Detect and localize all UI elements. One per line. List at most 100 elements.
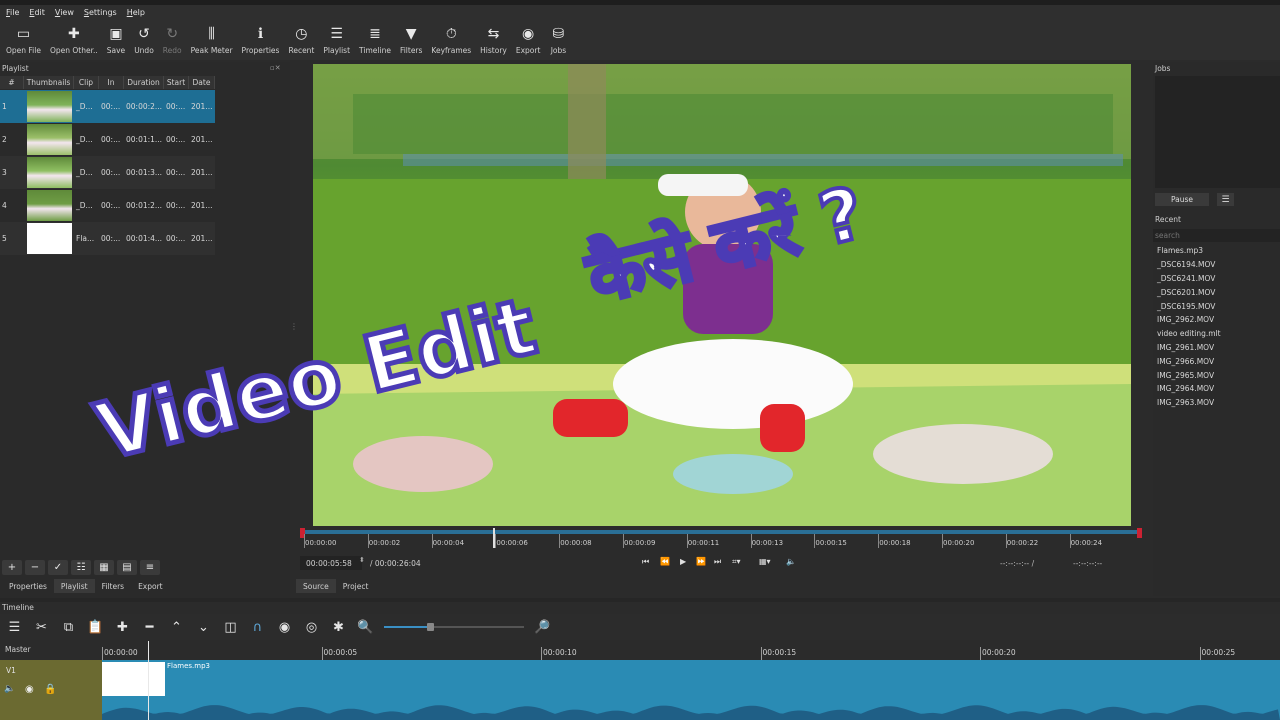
column-header-clip[interactable]: Clip [74, 76, 99, 89]
filters-button[interactable]: ▼ Filters [400, 20, 422, 55]
paste-icon[interactable]: 📋 [87, 620, 104, 635]
playlist-row[interactable]: 4 _D... 00:... 00:01:2... 00:... 201... [0, 189, 215, 222]
current-timecode[interactable]: 00:00:05:58 [300, 556, 362, 570]
recent-button[interactable]: ◷ Recent [288, 20, 314, 55]
column-header-number[interactable]: # [0, 76, 24, 89]
tab-properties[interactable]: Properties [2, 579, 54, 593]
timeline-playhead[interactable] [148, 641, 149, 720]
snap-icon[interactable]: ∩ [249, 620, 266, 635]
timecode-stepper-icon[interactable]: ⬍ [359, 556, 365, 564]
column-header-in[interactable]: In [99, 76, 124, 89]
rewind-icon[interactable]: ⏪ [660, 557, 670, 566]
playlist-button[interactable]: ☰ Playlist [323, 20, 350, 55]
menu-file[interactable]: File [6, 8, 19, 17]
tab-playlist[interactable]: Playlist [53, 579, 95, 593]
jobs-menu-icon[interactable]: ☰ [1217, 193, 1234, 206]
zoom-icon[interactable]: ⌗▾ [732, 557, 741, 567]
clip-thumbnail [27, 190, 72, 221]
vertical-splitter-handle-icon[interactable]: ⋮ [290, 322, 298, 331]
playlist-menu-icon[interactable]: ≡ [140, 560, 160, 575]
recent-item[interactable]: IMG_2962.MOV [1155, 313, 1280, 327]
tab-filters[interactable]: Filters [95, 579, 131, 593]
append-icon[interactable]: ✚ [114, 620, 131, 635]
save-button[interactable]: ▣ Save [107, 20, 125, 55]
open-file-button[interactable]: ▭ Open File [6, 20, 41, 55]
lift-icon[interactable]: ⌃ [168, 620, 185, 635]
cut-icon[interactable]: ✂ [33, 620, 50, 635]
recent-item[interactable]: IMG_2965.MOV [1155, 368, 1280, 382]
zoom-slider[interactable] [384, 622, 524, 632]
scrubber-out-marker[interactable] [1137, 528, 1142, 538]
playlist-row[interactable]: 3 _D... 00:... 00:01:3... 00:... 201... [0, 156, 215, 189]
recent-item[interactable]: _DSC6195.MOV [1155, 299, 1280, 313]
track-header-v1[interactable]: V1 🔈 ◉ 🔒 [0, 660, 102, 720]
recent-item[interactable]: _DSC6201.MOV [1155, 285, 1280, 299]
playlist-row[interactable]: 5 Fla... 00:... 00:01:4... 00:... 201... [0, 222, 215, 255]
recent-search-input[interactable] [1153, 229, 1280, 242]
column-header-start[interactable]: Start [164, 76, 189, 89]
mute-icon[interactable]: 🔈 [4, 684, 15, 694]
zoom-in-icon[interactable]: 🔎 [534, 620, 551, 635]
lock-icon[interactable]: 🔒 [44, 684, 56, 695]
toolbar-label: Recent [288, 46, 315, 55]
zoom-out-icon[interactable]: 🔍 [357, 620, 374, 635]
grid-icon[interactable]: ▦▾ [759, 557, 771, 566]
column-header-thumbnails[interactable]: Thumbnails [24, 76, 74, 89]
remove-icon[interactable]: ━ [141, 620, 158, 635]
recent-item[interactable]: IMG_2964.MOV [1155, 382, 1280, 396]
menu-edit[interactable]: Edit [29, 8, 45, 17]
recent-item[interactable]: IMG_2966.MOV [1155, 354, 1280, 368]
jobs-pause-button[interactable]: Pause [1155, 193, 1209, 206]
play-icon[interactable]: ▶ [680, 557, 686, 566]
panel-float-close-icon[interactable]: ▫✕ [270, 64, 290, 72]
timeline-ruler[interactable]: 00:00:00 00:00:05 00:00:10 00:00:15 00:00:20… [102, 643, 1280, 660]
redo-button[interactable]: ↻ Redo [163, 20, 182, 55]
player-scrubber[interactable]: 00:00:00 00:00:02 00:00:04 00:00:06 00:00:08… [300, 528, 1143, 548]
playlist-row[interactable]: 1 _D... 00:... 00:00:2... 00:... 201... [0, 90, 215, 123]
add-icon[interactable]: + [2, 560, 22, 575]
undo-button[interactable]: ↺ Undo [134, 20, 154, 55]
recent-item[interactable]: _DSC6241.MOV [1155, 272, 1280, 286]
overwrite-icon[interactable]: ⌄ [195, 620, 212, 635]
scrub-icon[interactable]: ◉ [276, 620, 293, 635]
jobs-button[interactable]: ⛁ Jobs [549, 20, 567, 55]
recent-item[interactable]: IMG_2963.MOV [1155, 396, 1280, 410]
recent-item[interactable]: Flames.mp3 [1155, 244, 1280, 258]
column-header-date[interactable]: Date [189, 76, 215, 89]
icons-view-icon[interactable]: ▤ [117, 560, 137, 575]
open-other-button[interactable]: ✚ Open Other.. [50, 20, 98, 55]
recent-item[interactable]: IMG_2961.MOV [1155, 341, 1280, 355]
volume-icon[interactable]: 🔈 [786, 557, 796, 566]
menu-help[interactable]: Help [127, 8, 145, 17]
column-header-duration[interactable]: Duration [124, 76, 164, 89]
menu-settings[interactable]: Settings [84, 8, 117, 17]
export-button[interactable]: ◉ Export [516, 20, 541, 55]
skip-to-end-icon[interactable]: ⏭ [714, 557, 721, 567]
fast-forward-icon[interactable]: ⏩ [696, 557, 706, 566]
properties-button[interactable]: ℹ Properties [242, 20, 280, 55]
recent-item[interactable]: _DSC6194.MOV [1155, 258, 1280, 272]
split-icon[interactable]: ◫ [222, 620, 239, 635]
peak-meter-button[interactable]: ⫼ Peak Meter [191, 20, 233, 55]
ripple-all-icon[interactable]: ✱ [330, 620, 347, 635]
scrubber-tick-label: 00:00:13 [751, 539, 784, 547]
update-check-icon[interactable]: ✓ [48, 560, 68, 575]
tab-export[interactable]: Export [131, 579, 170, 593]
hide-eye-icon[interactable]: ◉ [25, 684, 34, 695]
skip-to-start-icon[interactable]: ⏮ [642, 557, 649, 567]
playlist-row[interactable]: 2 _D... 00:... 00:01:1... 00:... 201... [0, 123, 215, 156]
tab-project[interactable]: Project [336, 579, 376, 593]
timeline-menu-icon[interactable]: ☰ [6, 620, 23, 635]
recent-item[interactable]: video editing.mlt [1155, 327, 1280, 341]
remove-icon[interactable]: − [25, 560, 45, 575]
details-view-icon[interactable]: ☷ [71, 560, 91, 575]
tiles-view-icon[interactable]: ▦ [94, 560, 114, 575]
copy-icon[interactable]: ⧉ [60, 620, 77, 635]
timeline-button[interactable]: ≣ Timeline [359, 20, 391, 55]
ripple-icon[interactable]: ◎ [303, 620, 320, 635]
menu-view[interactable]: View [55, 8, 74, 17]
keyframes-button[interactable]: ⏱ Keyframes [431, 20, 471, 55]
history-button[interactable]: ⇆ History [480, 20, 507, 55]
tab-source[interactable]: Source [296, 579, 336, 593]
timeline-clip[interactable]: Flames.mp3 [102, 660, 1280, 720]
